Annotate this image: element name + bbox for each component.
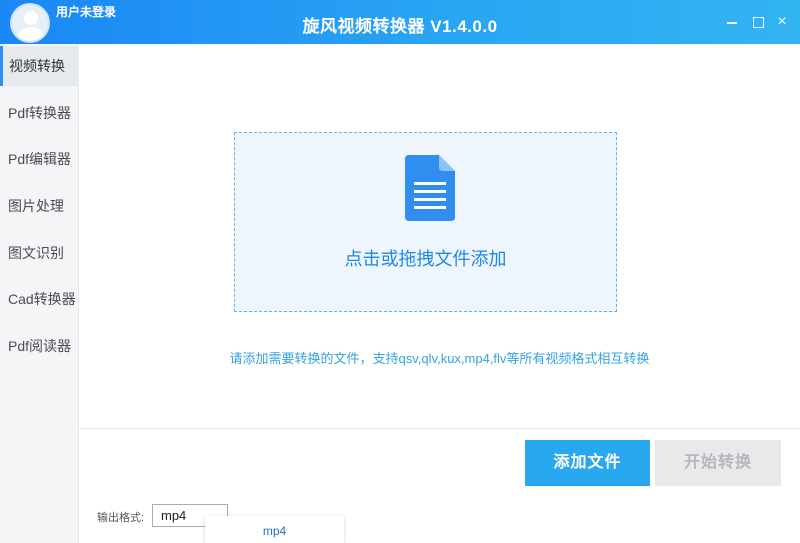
divider	[79, 428, 800, 429]
document-icon	[405, 155, 455, 221]
drop-zone-label: 点击或拖拽文件添加	[344, 249, 507, 269]
app-title: 旋风视频转换器 V1.4.0.0	[302, 17, 498, 36]
output-format-value: mp4	[161, 508, 187, 523]
sidebar-item-video-convert[interactable]: 视频转换	[0, 46, 79, 86]
maximize-icon[interactable]	[750, 14, 766, 30]
title-bar: 用户未登录 旋风视频转换器 V1.4.0.0 ×	[0, 0, 800, 44]
format-option-mp4[interactable]: mp4	[205, 516, 344, 543]
sidebar-item-cad-converter[interactable]: Cad转换器	[0, 279, 79, 319]
output-format-label: 输出格式:	[97, 512, 145, 524]
close-icon[interactable]: ×	[774, 14, 790, 30]
sidebar-item-pdf-editor[interactable]: Pdf编辑器	[0, 139, 79, 179]
supported-formats-hint: 请添加需要转换的文件，支持qsv,qlv,kux,mp4,flv等所有视频格式相…	[229, 351, 650, 366]
add-file-button[interactable]: 添加文件	[525, 440, 650, 486]
sidebar: 视频转换 Pdf转换器 Pdf编辑器 图片处理 图文识别 Cad转换器 Pdf阅…	[0, 44, 79, 543]
sidebar-item-image-processing[interactable]: 图片处理	[0, 186, 79, 226]
sidebar-item-pdf-converter[interactable]: Pdf转换器	[0, 93, 79, 133]
sidebar-item-ocr[interactable]: 图文识别	[0, 233, 79, 273]
start-convert-button[interactable]: 开始转换	[655, 440, 781, 486]
file-drop-zone[interactable]: 点击或拖拽文件添加	[234, 132, 617, 312]
minimize-icon[interactable]	[724, 14, 740, 30]
sidebar-item-pdf-reader[interactable]: Pdf阅读器	[0, 326, 79, 366]
